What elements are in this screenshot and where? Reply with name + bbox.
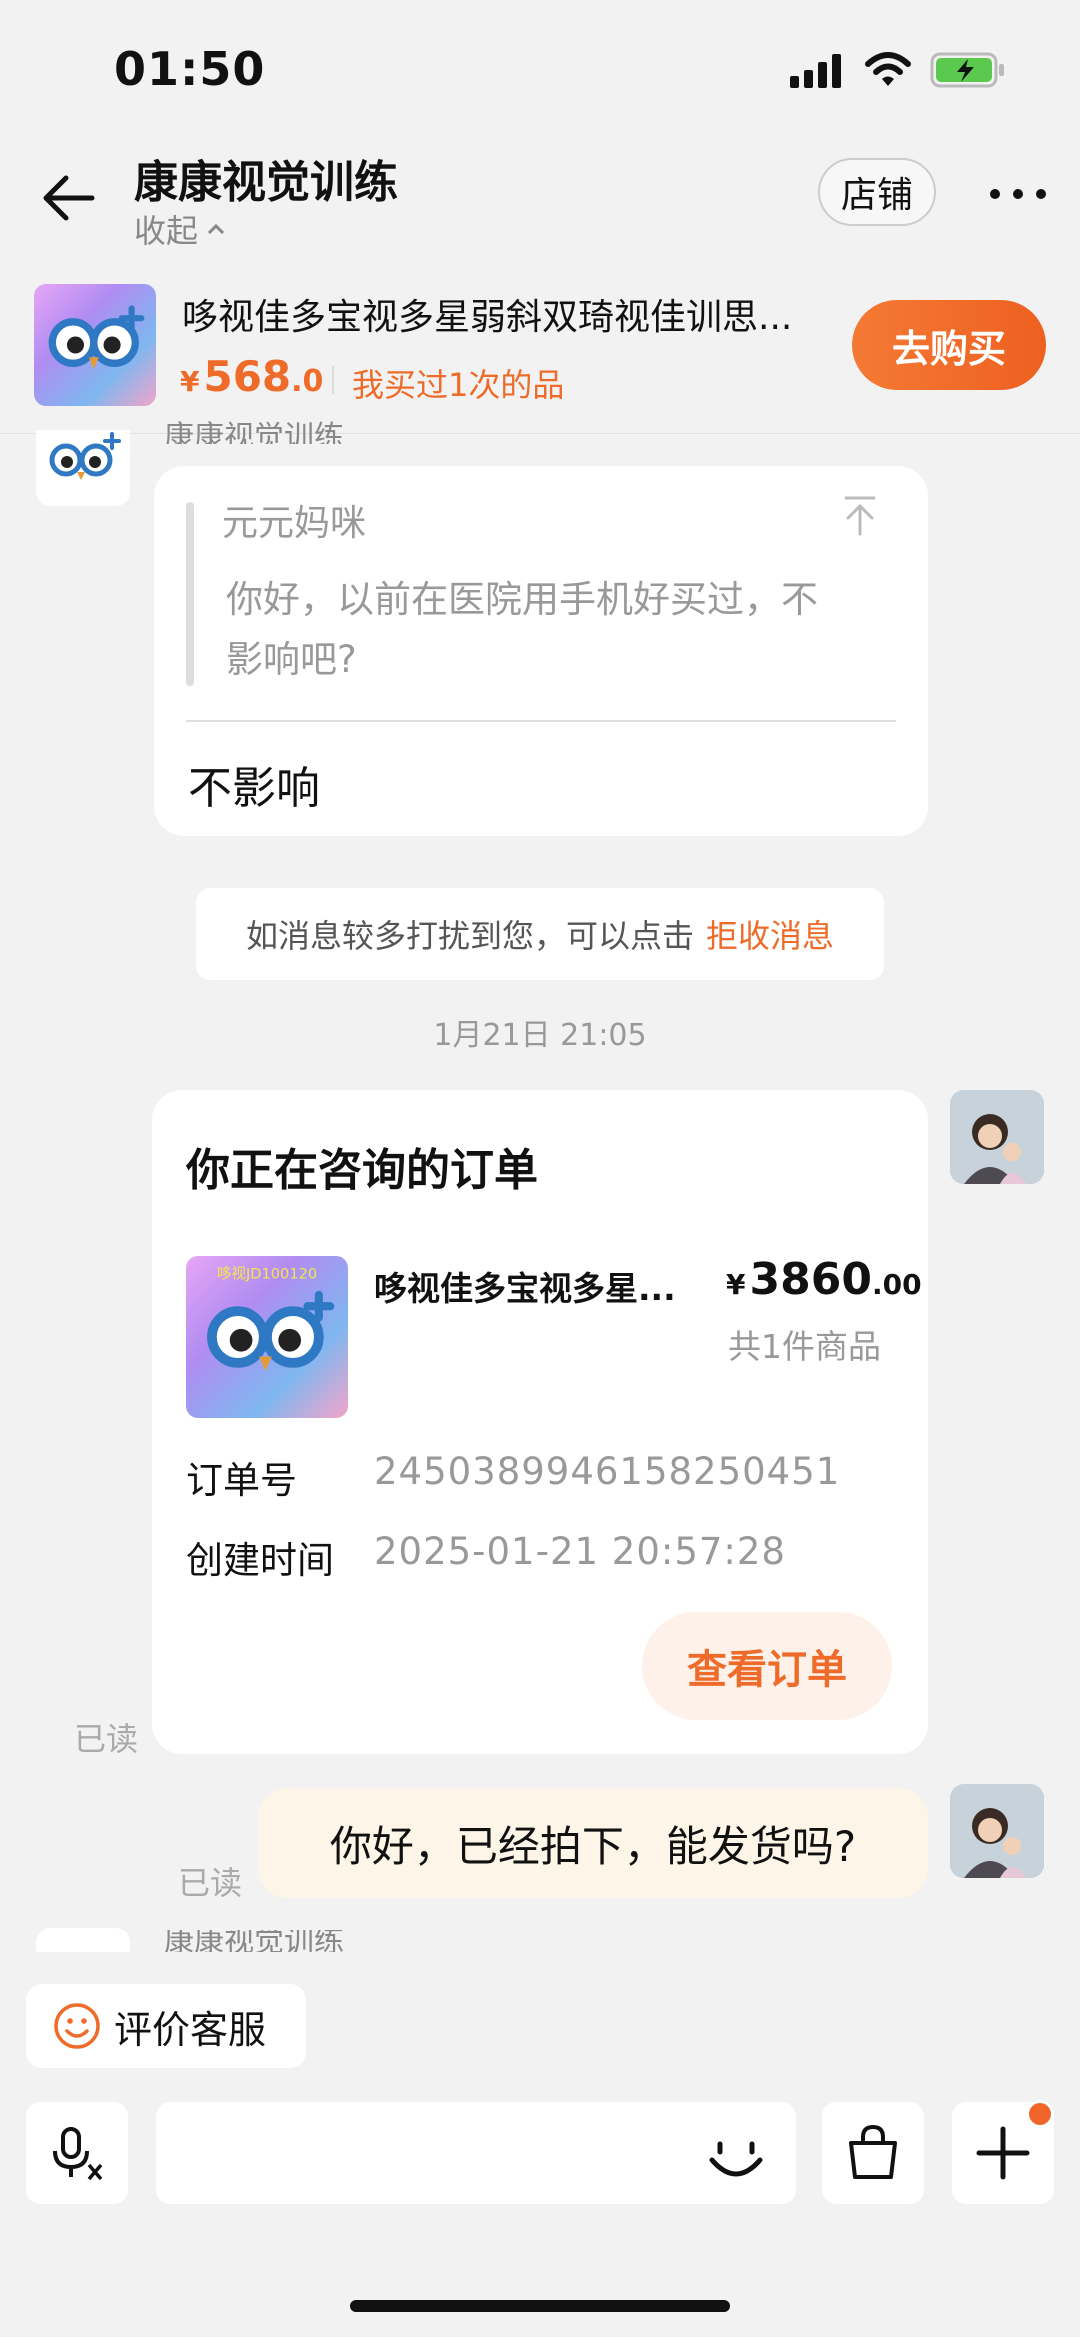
read-status: 已读 bbox=[178, 1864, 243, 1902]
back-arrow-icon[interactable] bbox=[36, 166, 100, 230]
price-decimal: .00 bbox=[871, 1268, 922, 1301]
user-avatar[interactable] bbox=[950, 1784, 1044, 1878]
price-currency: ¥ bbox=[726, 1268, 746, 1301]
shopping-bag-button[interactable] bbox=[822, 2102, 924, 2204]
rate-service-button[interactable]: 评价客服 bbox=[26, 1984, 306, 2068]
price-integer: 3860 bbox=[749, 1254, 872, 1305]
buy-button[interactable]: 去购买 bbox=[852, 300, 1046, 390]
emoji-icon[interactable] bbox=[704, 2122, 768, 2186]
notification-dot bbox=[1026, 2100, 1054, 2128]
sender-name: 康康视觉训练 bbox=[164, 1930, 344, 1952]
quote-sender: 元元妈咪 bbox=[222, 503, 367, 544]
battery-icon bbox=[930, 52, 1004, 88]
created-time: 2025-01-21 20:57:28 bbox=[374, 1530, 786, 1573]
page-title: 康康视觉训练 bbox=[134, 157, 398, 208]
order-product-name: 哆视佳多宝视多星... bbox=[374, 1269, 676, 1308]
pin-top-icon[interactable] bbox=[840, 494, 880, 536]
voice-input-button[interactable] bbox=[26, 2102, 128, 2204]
status-time: 01:50 bbox=[114, 42, 266, 96]
price-integer: 568 bbox=[203, 352, 292, 401]
my-message-bubble[interactable]: 你好，已经拍下，能发货吗? bbox=[258, 1788, 928, 1898]
shop-button[interactable]: 店铺 bbox=[818, 158, 936, 226]
more-icon[interactable] bbox=[990, 186, 1046, 202]
reject-messages-link[interactable]: 拒收消息 bbox=[706, 911, 834, 957]
order-number-label: 订单号 bbox=[186, 1459, 297, 1502]
order-price: ¥ 3860 .00 bbox=[726, 1254, 922, 1305]
signal-icon bbox=[790, 52, 846, 88]
created-time-label: 创建时间 bbox=[186, 1539, 334, 1582]
sender-name: 康康视觉训练 bbox=[164, 420, 344, 444]
shop-avatar[interactable] bbox=[36, 1928, 130, 1952]
order-item-count: 共1件商品 bbox=[728, 1327, 881, 1366]
read-status: 已读 bbox=[74, 1720, 139, 1758]
product-thumbnail[interactable] bbox=[34, 284, 156, 406]
wifi-icon bbox=[865, 52, 911, 86]
collapse-toggle[interactable]: 收起 bbox=[134, 206, 228, 252]
bag-icon bbox=[849, 2124, 897, 2179]
system-notice: 如消息较多打扰到您，可以点击 拒收消息 bbox=[196, 888, 884, 980]
smile-icon bbox=[54, 2003, 100, 2049]
home-indicator bbox=[350, 2300, 730, 2312]
view-order-button[interactable]: 查看订单 bbox=[642, 1612, 892, 1720]
collapse-label: 收起 bbox=[134, 212, 199, 250]
order-product-thumbnail[interactable]: 哆视JD100120 bbox=[186, 1256, 348, 1418]
voice-icon bbox=[53, 2127, 103, 2181]
message-input[interactable] bbox=[156, 2102, 796, 2204]
thumb-badge-text: 哆视JD100120 bbox=[217, 1266, 317, 1283]
quote-bar bbox=[186, 502, 194, 686]
order-number: 2450389946158250451 bbox=[374, 1450, 841, 1493]
chevron-up-icon bbox=[207, 223, 225, 235]
quote-text: 你好，以前在医院用手机好买过，不影响吧? bbox=[226, 578, 818, 681]
timestamp: 1月21日 21:05 bbox=[433, 1018, 647, 1053]
order-card-title: 你正在咨询的订单 bbox=[186, 1145, 538, 1196]
product-title[interactable]: 哆视佳多宝视多星弱斜双琦视佳训思... bbox=[182, 288, 842, 340]
plus-icon bbox=[976, 2126, 1030, 2180]
notice-text: 如消息较多打扰到您，可以点击 bbox=[245, 917, 694, 955]
rate-service-label: 评价客服 bbox=[114, 2007, 267, 2052]
user-avatar[interactable] bbox=[950, 1090, 1044, 1184]
product-price: ¥ 568 .0 bbox=[180, 352, 323, 401]
price-currency: ¥ bbox=[180, 365, 200, 398]
bought-before-label: 我买过1次的品 bbox=[352, 366, 565, 404]
reply-text: 不影响 bbox=[188, 763, 320, 814]
shop-avatar[interactable] bbox=[36, 430, 130, 506]
divider bbox=[332, 366, 334, 394]
price-decimal: .0 bbox=[291, 364, 324, 399]
divider bbox=[186, 720, 896, 722]
